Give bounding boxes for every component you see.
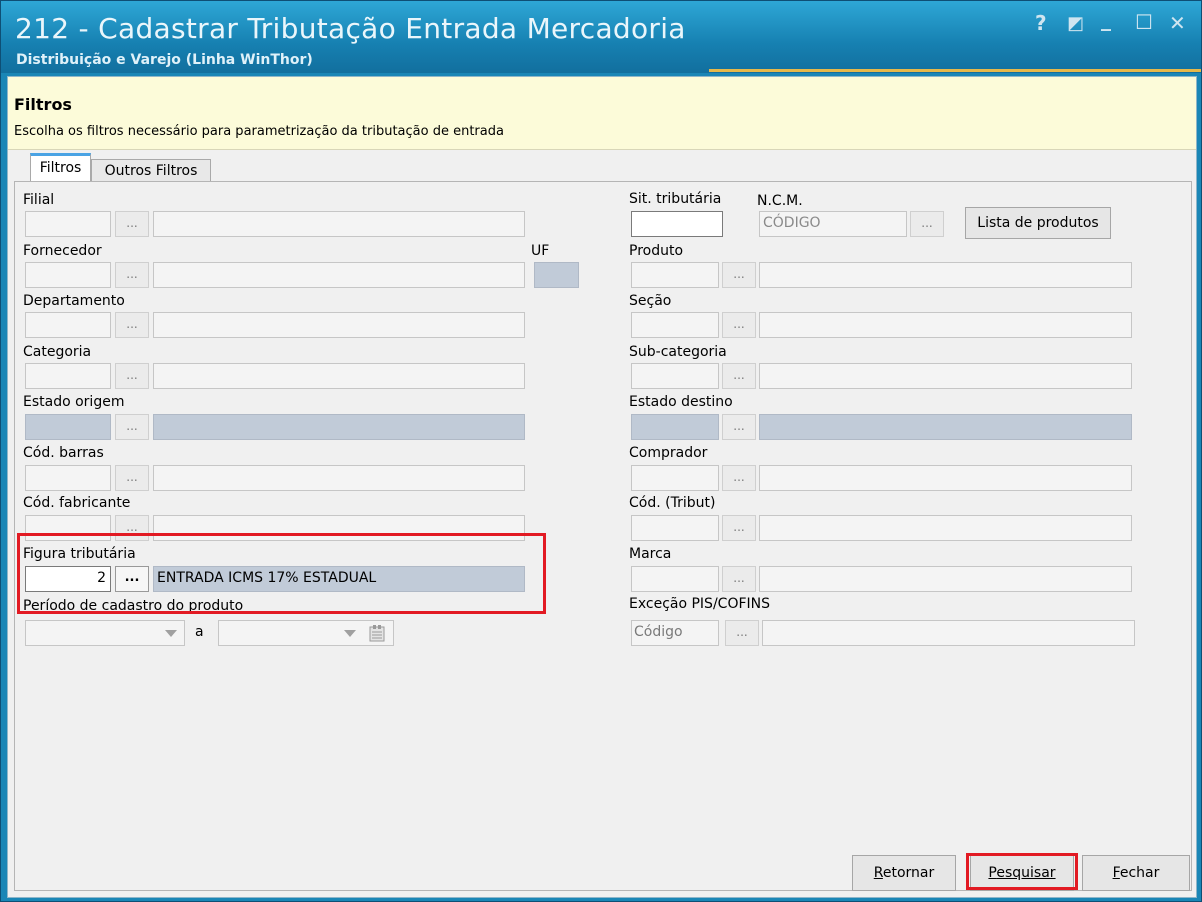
marca-code-input[interactable] (631, 566, 719, 592)
cod-tribut-code-input[interactable] (631, 515, 719, 541)
periodo-end-date-select[interactable] (218, 620, 394, 646)
cod-fabricante-label: Cód. fabricante (23, 495, 131, 511)
cod-tribut-label: Cód. (Tribut) (629, 495, 716, 511)
departamento-description-field (153, 312, 525, 338)
tab-panel-filtros: Filial ... Fornecedor UF ... Departament… (14, 181, 1192, 891)
filial-description-field (153, 211, 525, 237)
cod-tribut-description-field (759, 515, 1132, 541)
fornecedor-code-input[interactable] (25, 262, 111, 288)
marca-lookup-button[interactable]: ... (722, 566, 756, 592)
sub-categoria-code-input[interactable] (631, 363, 719, 389)
cod-barras-label: Cód. barras (23, 445, 104, 461)
sit-tributaria-label: Sit. tributária (629, 191, 722, 207)
page-title: Filtros (14, 95, 72, 114)
tab-filtros[interactable]: Filtros (30, 153, 91, 182)
secao-code-input[interactable] (631, 312, 719, 338)
tab-strip: Filtros Outros Filtros (8, 153, 1196, 182)
ncm-label: N.C.M. (757, 193, 803, 209)
fornecedor-description-field (153, 262, 525, 288)
ncm-input[interactable]: CÓDIGO (759, 211, 907, 237)
periodo-separator: a (195, 624, 204, 640)
sub-categoria-description-field (759, 363, 1132, 389)
pesquisar-highlight (966, 853, 1078, 890)
produto-description-field (759, 262, 1132, 288)
cod-barras-input[interactable] (25, 465, 111, 491)
secao-lookup-button[interactable]: ... (722, 312, 756, 338)
fechar-button[interactable]: Fechar (1082, 855, 1190, 891)
title-accent-line (709, 69, 1201, 72)
filial-code-input[interactable] (25, 211, 111, 237)
chevron-down-icon (344, 630, 356, 637)
comprador-description-field (759, 465, 1132, 491)
retornar-button[interactable]: Retornar (852, 855, 956, 891)
sub-categoria-label: Sub-categoria (629, 344, 727, 360)
marca-description-field (759, 566, 1132, 592)
estado-destino-code-input[interactable] (631, 414, 719, 440)
estado-destino-lookup-button[interactable]: ... (722, 414, 756, 440)
uf-field (534, 262, 579, 288)
uf-label: UF (531, 243, 550, 259)
excecao-pis-cofins-description-field (762, 620, 1135, 646)
lista-produtos-button[interactable]: Lista de produtos (965, 207, 1111, 239)
ncm-lookup-button[interactable]: ... (910, 211, 944, 237)
client-area: Filtros Escolha os filtros necessário pa… (7, 76, 1197, 898)
secao-description-field (759, 312, 1132, 338)
comprador-lookup-button[interactable]: ... (722, 465, 756, 491)
estado-origem-description-field (153, 414, 525, 440)
help-icon[interactable]: ? (1035, 11, 1047, 35)
calendar-icon[interactable] (367, 623, 387, 643)
categoria-description-field (153, 363, 525, 389)
minimize-icon[interactable]: _ (1101, 7, 1111, 31)
figura-tributaria-highlight (17, 533, 546, 614)
fechar-mnemonic: F (1112, 865, 1120, 881)
sub-categoria-lookup-button[interactable]: ... (722, 363, 756, 389)
estado-origem-lookup-button[interactable]: ... (115, 414, 149, 440)
restore-alt-icon[interactable]: ◩ (1067, 13, 1084, 34)
close-icon[interactable]: ✕ (1169, 11, 1186, 35)
filial-label: Filial (23, 192, 55, 208)
departamento-lookup-button[interactable]: ... (115, 312, 149, 338)
comprador-code-input[interactable] (631, 465, 719, 491)
fornecedor-label: Fornecedor (23, 243, 102, 259)
ncm-placeholder: CÓDIGO (763, 215, 821, 231)
cod-barras-description-field (153, 465, 525, 491)
app-window: 212 - Cadastrar Tributação Entrada Merca… (0, 0, 1202, 902)
cod-barras-lookup-button[interactable]: ... (115, 465, 149, 491)
page-description: Escolha os filtros necessário para param… (14, 124, 504, 139)
fornecedor-lookup-button[interactable]: ... (115, 262, 149, 288)
estado-destino-description-field (759, 414, 1132, 440)
secao-label: Seção (629, 293, 672, 309)
produto-label: Produto (629, 243, 684, 259)
estado-origem-code-input[interactable] (25, 414, 111, 440)
departamento-code-input[interactable] (25, 312, 111, 338)
tab-outros-filtros[interactable]: Outros Filtros (91, 159, 211, 181)
filial-lookup-button[interactable]: ... (115, 211, 149, 237)
periodo-start-date-select[interactable] (25, 620, 185, 646)
chevron-down-icon (165, 630, 177, 637)
categoria-code-input[interactable] (25, 363, 111, 389)
sit-tributaria-input[interactable] (631, 211, 723, 237)
departamento-label: Departamento (23, 293, 125, 309)
title-bar[interactable]: 212 - Cadastrar Tributação Entrada Merca… (1, 1, 1201, 73)
maximize-icon[interactable]: ☐ (1135, 10, 1153, 34)
comprador-label: Comprador (629, 445, 708, 461)
excecao-pis-cofins-code-input[interactable]: Código (631, 620, 719, 646)
excecao-placeholder: Código (634, 624, 683, 640)
estado-destino-label: Estado destino (629, 394, 733, 410)
page-header: Filtros Escolha os filtros necessário pa… (8, 77, 1196, 150)
excecao-pis-cofins-lookup-button[interactable]: ... (725, 620, 759, 646)
produto-code-input[interactable] (631, 262, 719, 288)
marca-label: Marca (629, 546, 672, 562)
retornar-mnemonic: R (873, 865, 883, 881)
categoria-lookup-button[interactable]: ... (115, 363, 149, 389)
fechar-label: echar (1119, 865, 1160, 881)
categoria-label: Categoria (23, 344, 92, 360)
retornar-label: etornar (882, 865, 935, 881)
produto-lookup-button[interactable]: ... (722, 262, 756, 288)
excecao-pis-cofins-label: Exceção PIS/COFINS (629, 596, 770, 612)
window-subtitle: Distribuição e Varejo (Linha WinThor) (16, 52, 313, 68)
window-title: 212 - Cadastrar Tributação Entrada Merca… (15, 12, 686, 45)
estado-origem-label: Estado origem (23, 394, 125, 410)
cod-tribut-lookup-button[interactable]: ... (722, 515, 756, 541)
